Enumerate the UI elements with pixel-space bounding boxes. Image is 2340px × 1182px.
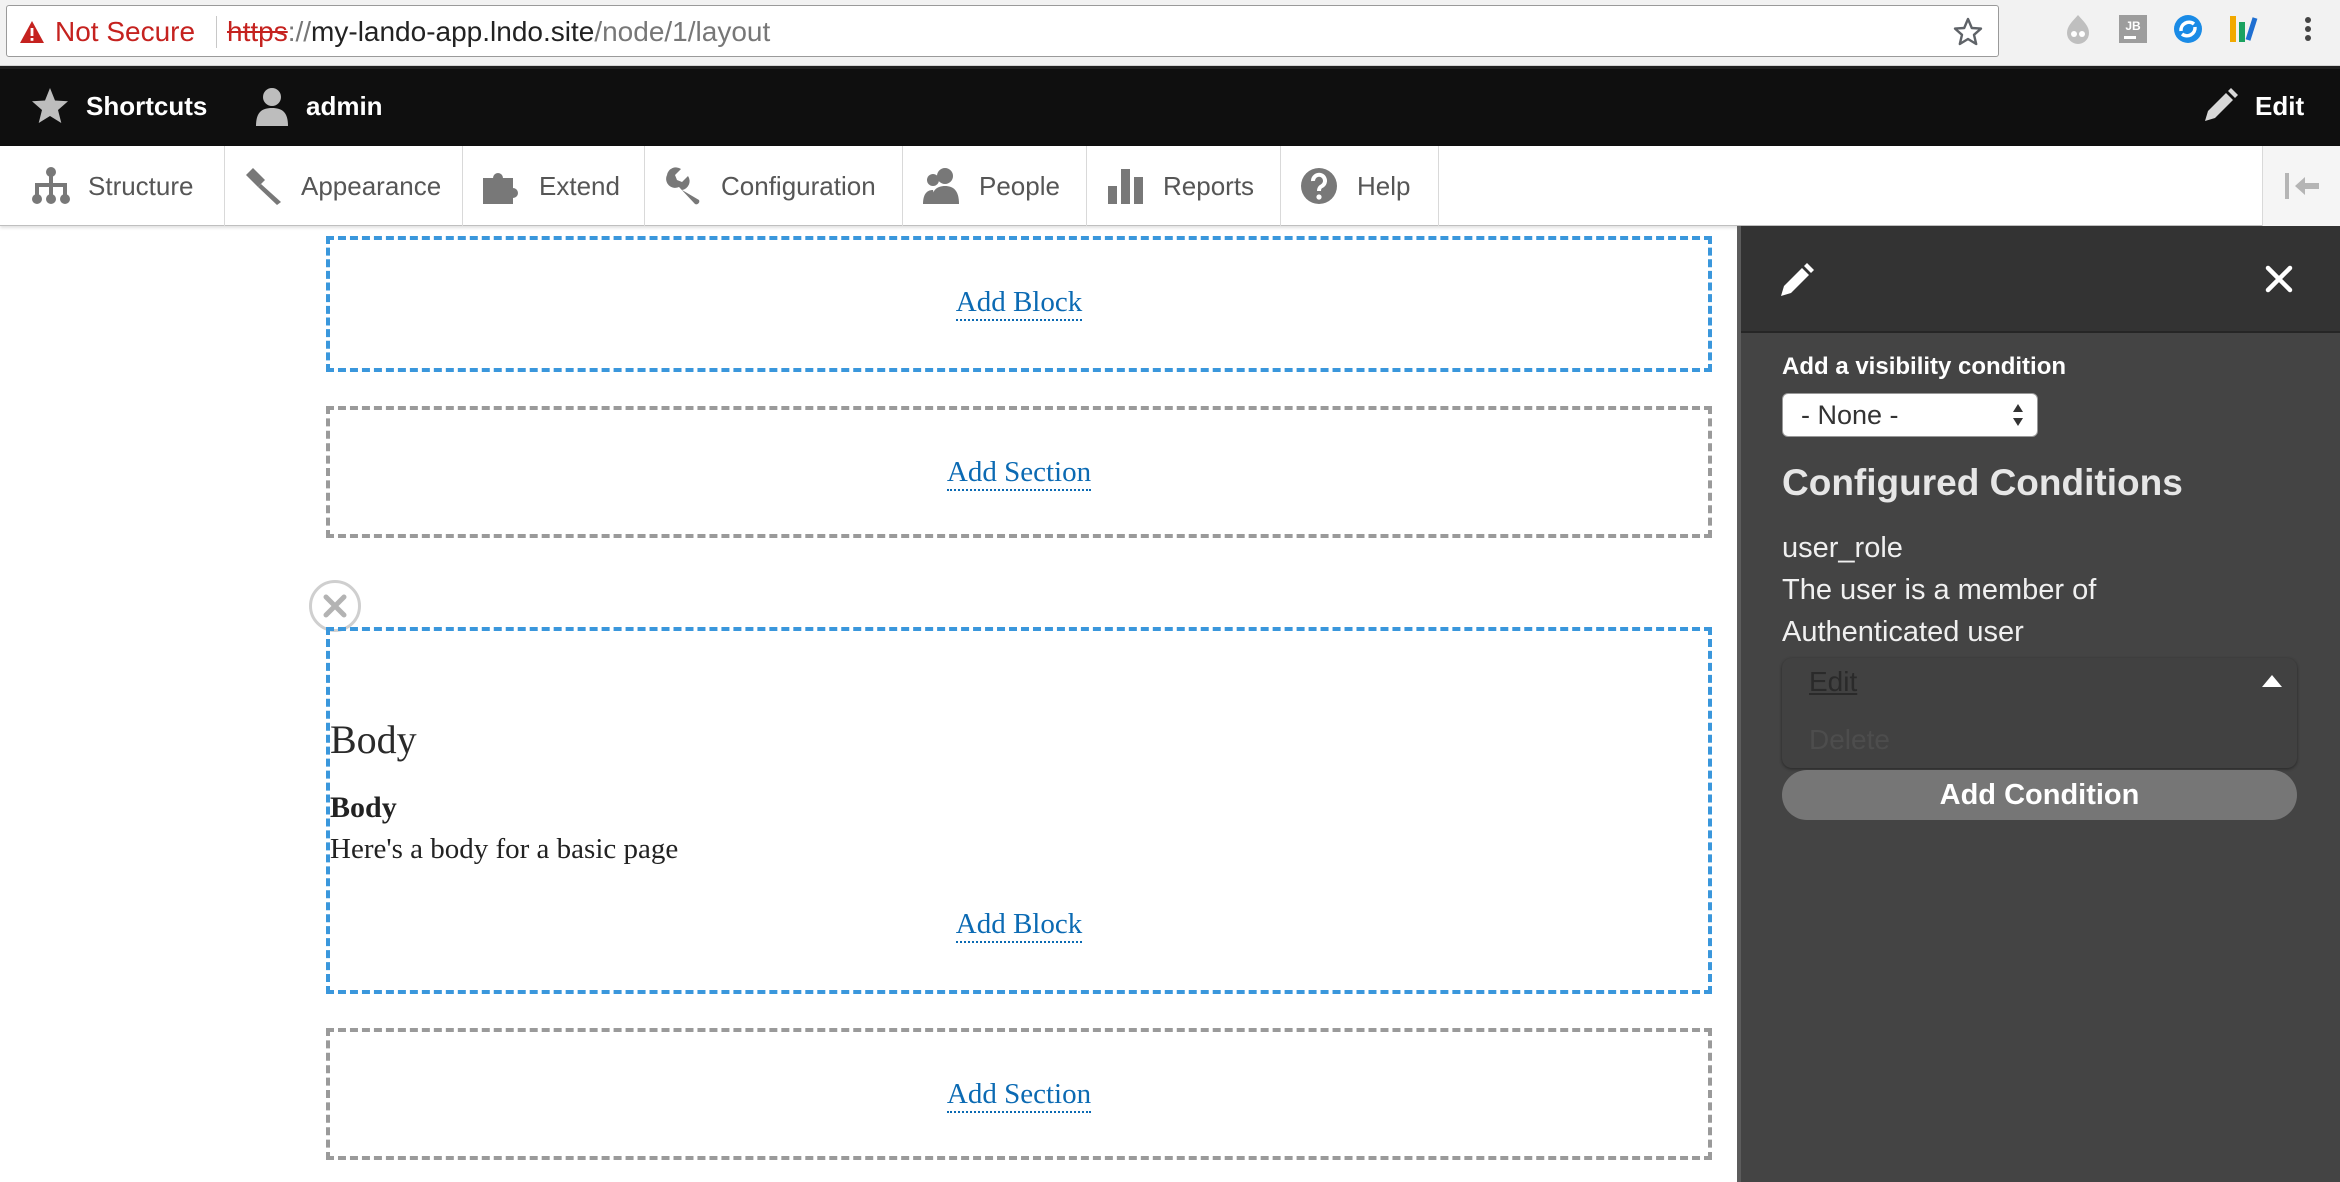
drupal-extension-icon[interactable] [2061,12,2095,46]
configuration-icon [666,167,700,205]
select-value: - None - [1801,400,1899,430]
block-region-top: Add Block [326,236,1712,372]
user-icon [256,88,288,126]
tray-item-configuration[interactable]: Configuration [645,146,903,226]
color-extension-icon[interactable] [2225,12,2259,46]
shortcuts-label: Shortcuts [86,90,208,121]
visibility-condition-label: Add a visibility condition [1782,353,2067,380]
tray-item-people[interactable]: People [903,146,1087,226]
visibility-condition-select[interactable]: - None - [1782,393,2038,437]
shortcuts-tab[interactable]: Shortcuts [30,66,207,146]
tray-item-structure[interactable]: Structure [0,146,225,226]
admin-toolbar: Shortcuts admin Edit [0,66,2340,146]
url-text[interactable]: https://my-lando-app.lndo.site/node/1/la… [227,15,770,49]
close-icon[interactable] [2264,264,2294,294]
chevron-up-icon[interactable] [2261,674,2283,688]
tray-item-extend[interactable]: Extend [463,146,645,226]
sync-extension-icon[interactable] [2171,12,2205,46]
add-section-container-2: Add Section [326,1028,1712,1160]
off-canvas-dialog: Add a visibility condition - None - Conf… [1737,226,2340,1182]
tray-item-label: Appearance [301,170,442,201]
close-icon [323,594,347,618]
tray-orientation-toggle[interactable] [2262,146,2340,226]
extend-icon [483,173,518,204]
configured-conditions-heading: Configured Conditions [1782,462,2183,503]
appearance-icon [246,168,281,205]
add-section-container-1: Add Section [326,406,1712,538]
tray-item-label: Extend [539,170,620,201]
condition-id: user_role [1782,532,1903,564]
svg-text:JB: JB [2125,19,2141,33]
block-region-body: Add Block [326,627,1712,994]
collapse-arrow-icon [2285,173,2319,199]
condition-summary-role: Authenticated user [1782,616,2024,648]
block-heading: Body [330,717,417,762]
dialog-header [1741,226,2340,333]
help-icon [1301,168,1337,204]
select-arrows-icon [2013,404,2023,426]
browser-toolbar: Not Secure https://my-lando-app.lndo.sit… [0,0,2340,66]
delete-condition-link[interactable]: Delete [1809,724,1890,756]
browser-menu-icon[interactable] [2291,12,2325,46]
tray-item-label: Configuration [721,170,876,201]
url-scheme: https [227,16,288,47]
condition-summary: The user is a member of [1782,574,2097,606]
tray-item-label: Reports [1163,170,1255,201]
url-punct: :// [287,16,312,47]
add-section-link[interactable]: Add Section [330,456,1708,491]
tray-item-label: People [979,170,1060,201]
jetbrains-extension-icon[interactable]: JB [2116,12,2150,46]
pencil-icon [2205,88,2238,121]
edit-condition-link[interactable]: Edit [1809,666,1857,698]
url-host: my-lando-app.lndo.site [311,16,595,47]
structure-icon [32,167,70,204]
add-condition-button[interactable]: Add Condition [1782,770,2297,820]
add-block-link[interactable]: Add Block [330,286,1708,321]
tray-item-label: Structure [88,170,194,201]
add-block-link[interactable]: Add Block [330,908,1708,943]
address-bar[interactable]: Not Secure https://my-lando-app.lndo.sit… [6,5,1999,57]
field-label: Body [330,791,397,824]
url-path: /node/1/layout [594,16,771,47]
warning-icon [20,21,44,43]
add-section-link[interactable]: Add Section [330,1078,1708,1113]
tray-item-reports[interactable]: Reports [1087,146,1281,226]
security-status[interactable]: Not Secure [55,15,195,49]
edit-label: Edit [2255,90,2305,121]
tray-item-label: Help [1357,170,1411,201]
tray-item-help[interactable]: Help [1281,146,1439,226]
people-icon [923,168,959,204]
pencil-icon [1781,263,1814,296]
field-text: Here's a body for a basic page [330,833,679,865]
user-tab[interactable]: admin [254,66,383,146]
remove-section-button[interactable] [309,580,361,632]
condition-operations-dropbutton: Edit Delete [1782,658,2297,768]
user-label: admin [306,90,383,121]
tray-item-appearance[interactable]: Appearance [225,146,463,226]
admin-menu-tray: Structure Appearance Extend Configuratio… [0,146,2340,226]
omnibox-separator [216,16,217,48]
reports-icon [1108,169,1143,204]
bookmark-star-icon[interactable] [1952,16,1984,48]
edit-tab[interactable]: Edit [2201,66,2304,146]
star-icon [32,88,68,123]
